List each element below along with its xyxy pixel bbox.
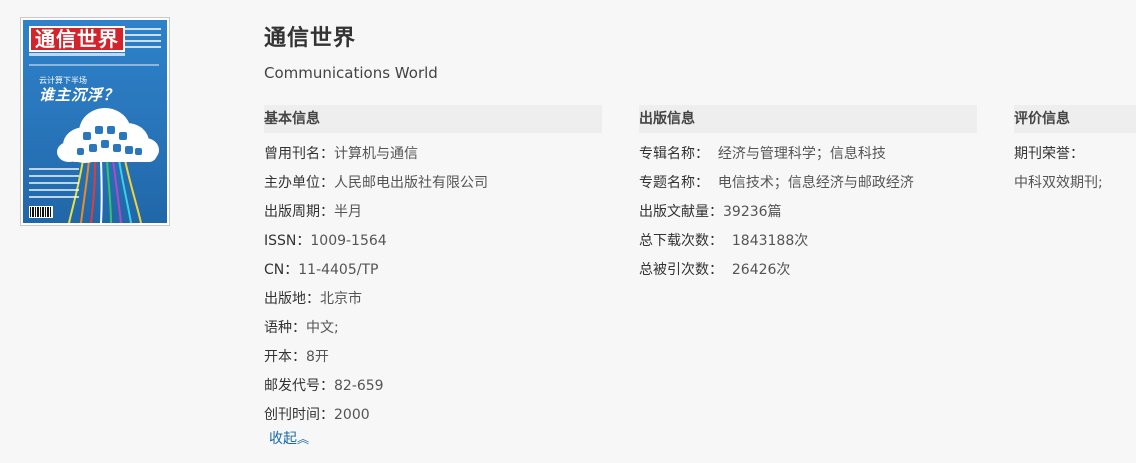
info-key: 总被引次数：	[639, 262, 723, 278]
info-key: 出版文献量：	[639, 204, 723, 220]
basic-info-section: 基本信息 曾用刊名：计算机与通信 主办单位：人民邮电出版社有限公司 出版周期：半…	[264, 105, 602, 430]
publish-info-section: 出版信息 专辑名称： 经济与管理科学；信息科技 专题名称： 电信技术；信息经济与…	[639, 105, 977, 285]
collapse-link[interactable]: 收起︽	[269, 428, 309, 448]
info-key: CN：	[264, 262, 299, 278]
cover-barcode	[29, 206, 53, 218]
info-row: CN：11-4405/TP	[264, 256, 602, 285]
info-key: 邮发代号：	[264, 378, 334, 394]
info-row: 语种：中文;	[264, 314, 602, 343]
cover-side-notes	[29, 168, 79, 203]
info-row: 总被引次数： 26426次	[639, 256, 977, 285]
info-row: 出版地：北京市	[264, 285, 602, 314]
info-row: 专题名称： 电信技术；信息经济与邮政经济	[639, 169, 977, 198]
info-value: 中科双效期刊;	[1014, 175, 1103, 191]
info-key: 语种：	[264, 320, 306, 336]
info-key: 专题名称：	[639, 175, 709, 191]
double-chevron-up-icon: ︽	[297, 432, 310, 446]
info-key: ISSN：	[264, 233, 311, 249]
info-key: 期刊荣誉：	[1014, 146, 1084, 162]
info-row: 期刊荣誉：	[1014, 140, 1136, 169]
evaluation-info-section: 评价信息 期刊荣誉： 中科双效期刊;	[1014, 105, 1136, 198]
journal-cover-image[interactable]: 通信世界 云计算下半场 谁主沉浮？	[20, 17, 170, 226]
info-value: 半月	[334, 204, 362, 220]
evaluation-info-heading: 评价信息	[1014, 105, 1136, 133]
info-row: 创刊时间：2000	[264, 401, 602, 430]
info-value: 1009-1564	[310, 233, 387, 249]
info-value: 经济与管理科学；信息科技	[709, 146, 886, 162]
info-row: 开本：8开	[264, 343, 602, 372]
info-row: 曾用刊名：计算机与通信	[264, 140, 602, 169]
info-row: ISSN：1009-1564	[264, 227, 602, 256]
info-row: 出版文献量：39236篇	[639, 198, 977, 227]
info-key: 开本：	[264, 349, 306, 365]
info-row: 专辑名称： 经济与管理科学；信息科技	[639, 140, 977, 169]
info-value: 2000	[334, 407, 370, 423]
info-key: 专辑名称：	[639, 146, 709, 162]
info-value: 电信技术；信息经济与邮政经济	[709, 175, 914, 191]
info-key: 总下载次数：	[639, 233, 723, 249]
info-value: 11-4405/TP	[298, 262, 379, 278]
info-value: 计算机与通信	[334, 146, 418, 162]
info-value: 中文;	[306, 320, 339, 336]
info-value: 1843188次	[723, 233, 809, 249]
journal-title: 通信世界	[264, 26, 357, 51]
collapse-label: 收起	[269, 431, 297, 447]
info-key: 创刊时间：	[264, 407, 334, 423]
journal-english-title: Communications World	[264, 64, 438, 82]
info-key: 出版周期：	[264, 204, 334, 220]
info-key: 主办单位：	[264, 175, 334, 191]
info-key: 曾用刊名：	[264, 146, 334, 162]
publish-info-heading: 出版信息	[639, 105, 977, 133]
info-value: 8开	[306, 349, 329, 365]
info-row: 中科双效期刊;	[1014, 169, 1136, 198]
info-row: 主办单位：人民邮电出版社有限公司	[264, 169, 602, 198]
info-row: 总下载次数： 1843188次	[639, 227, 977, 256]
info-row: 出版周期：半月	[264, 198, 602, 227]
info-value: 39236篇	[723, 204, 782, 220]
basic-info-heading: 基本信息	[264, 105, 602, 133]
info-value: 北京市	[320, 291, 362, 307]
info-row: 邮发代号：82-659	[264, 372, 602, 401]
cover-artwork: 通信世界 云计算下半场 谁主沉浮？	[23, 20, 167, 223]
info-key: 出版地：	[264, 291, 320, 307]
info-value: 人民邮电出版社有限公司	[334, 175, 488, 191]
info-value: 26426次	[723, 262, 791, 278]
info-value: 82-659	[334, 378, 384, 394]
